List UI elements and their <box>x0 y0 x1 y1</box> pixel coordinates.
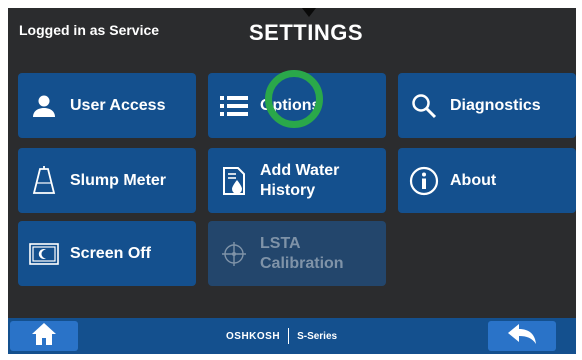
brand-logo: OSHKOSH S-Series <box>226 326 337 346</box>
user-access-label: User Access <box>70 96 166 114</box>
list-icon <box>208 73 260 138</box>
user-access-button[interactable]: User Access <box>18 73 196 138</box>
home-button[interactable] <box>10 321 78 351</box>
screen-off-icon <box>18 221 70 286</box>
bottom-bar: OSHKOSH S-Series <box>8 318 576 354</box>
about-label: About <box>450 171 497 189</box>
brand-name: OSHKOSH <box>226 330 281 342</box>
series-name: S-Series <box>297 330 338 342</box>
back-arrow-icon <box>507 323 537 350</box>
brand-divider <box>288 328 290 344</box>
home-icon <box>31 322 57 351</box>
about-button[interactable]: About <box>398 148 576 213</box>
screen-off-button[interactable]: Screen Off <box>18 221 196 286</box>
add-water-history-button[interactable]: Add Water History <box>208 148 386 213</box>
diagnostics-label: Diagnostics <box>450 96 541 114</box>
lsta-calibration-button: LSTA Calibration <box>208 221 386 286</box>
user-icon <box>18 73 70 138</box>
crosshair-icon <box>208 221 260 286</box>
top-notch <box>302 8 316 17</box>
settings-screen: Logged in as Service SETTINGS User Acces… <box>8 8 576 354</box>
slump-meter-button[interactable]: Slump Meter <box>18 148 196 213</box>
magnifier-icon <box>398 73 450 138</box>
water-document-icon <box>208 148 260 213</box>
add-water-history-label: Add Water History <box>260 161 340 199</box>
page-title: SETTINGS <box>248 20 363 45</box>
back-button[interactable] <box>488 321 556 351</box>
lsta-calibration-label: LSTA Calibration <box>260 234 344 272</box>
slump-cone-icon <box>18 148 70 213</box>
info-icon <box>398 148 450 213</box>
highlight-ring <box>265 70 323 128</box>
diagnostics-button[interactable]: Diagnostics <box>398 73 576 138</box>
screen-off-label: Screen Off <box>70 244 151 262</box>
slump-meter-label: Slump Meter <box>70 171 167 189</box>
